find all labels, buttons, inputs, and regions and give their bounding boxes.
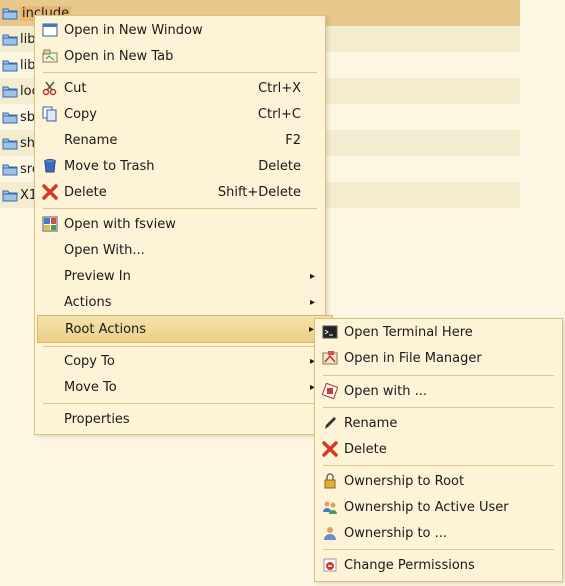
menu-item-rename[interactable]: Rename F2 <box>37 128 323 152</box>
file-name: sh <box>20 135 36 151</box>
menu-item-move-to[interactable]: Move To ▸ <box>37 375 323 399</box>
users-icon <box>321 498 339 516</box>
submenu-item-ownership-active-user[interactable]: Ownership to Active User <box>317 495 560 519</box>
folder-icon <box>2 110 18 124</box>
folder-icon <box>2 58 18 72</box>
folder-icon <box>2 188 18 202</box>
new-tab-icon <box>41 47 59 65</box>
submenu-item-open-terminal[interactable]: Open Terminal Here <box>317 320 560 344</box>
submenu-arrow-icon: ▸ <box>309 270 315 282</box>
menu-item-copy-to[interactable]: Copy To ▸ <box>37 349 323 373</box>
menu-item-delete[interactable]: Delete Shift+Delete <box>37 180 323 204</box>
context-menu: Open in New Window Open in New Tab Cut C… <box>34 15 333 435</box>
folder-icon <box>2 6 18 20</box>
menu-item-copy[interactable]: Copy Ctrl+C <box>37 102 323 126</box>
trash-icon <box>41 157 59 175</box>
delete-x-icon <box>41 183 59 201</box>
user-group-icon <box>321 524 339 542</box>
menu-item-preview-in[interactable]: Preview In ▸ <box>37 264 323 288</box>
open-with-icon <box>321 382 339 400</box>
root-actions-submenu: Open Terminal Here Open in File Manager … <box>314 318 563 582</box>
menu-item-cut[interactable]: Cut Ctrl+X <box>37 76 323 100</box>
submenu-arrow-icon: ▸ <box>309 296 315 308</box>
menu-item-properties[interactable]: Properties <box>37 407 323 431</box>
pencil-icon <box>321 414 339 432</box>
submenu-item-open-with[interactable]: Open with ... <box>317 379 560 403</box>
submenu-item-change-permissions[interactable]: Change Permissions <box>317 553 560 577</box>
terminal-icon <box>321 323 339 341</box>
folder-icon <box>2 84 18 98</box>
submenu-item-rename[interactable]: Rename <box>317 411 560 435</box>
delete-x-icon <box>321 440 339 458</box>
submenu-item-ownership-to[interactable]: Ownership to ... <box>317 521 560 545</box>
scissors-icon <box>41 79 59 97</box>
lock-icon <box>321 472 339 490</box>
fsview-icon <box>41 215 59 233</box>
submenu-item-open-file-manager[interactable]: Open in File Manager <box>317 346 560 370</box>
permissions-icon <box>321 556 339 574</box>
new-window-icon <box>41 21 59 39</box>
folder-icon <box>2 162 18 176</box>
file-name: sb <box>20 109 36 125</box>
menu-item-move-to-trash[interactable]: Move to Trash Delete <box>37 154 323 178</box>
file-manager-icon <box>321 349 339 367</box>
folder-icon <box>2 136 18 150</box>
submenu-item-ownership-root[interactable]: Ownership to Root <box>317 469 560 493</box>
copy-icon <box>41 105 59 123</box>
menu-item-open-with-fsview[interactable]: Open with fsview <box>37 212 323 236</box>
submenu-item-delete[interactable]: Delete <box>317 437 560 461</box>
menu-item-root-actions[interactable]: Root Actions ▸ <box>37 315 333 343</box>
menu-item-open-with[interactable]: Open With... <box>37 238 323 262</box>
folder-icon <box>2 32 18 46</box>
menu-item-open-new-tab[interactable]: Open in New Tab <box>37 44 323 68</box>
menu-item-actions[interactable]: Actions ▸ <box>37 290 323 314</box>
menu-item-open-new-window[interactable]: Open in New Window <box>37 18 323 42</box>
